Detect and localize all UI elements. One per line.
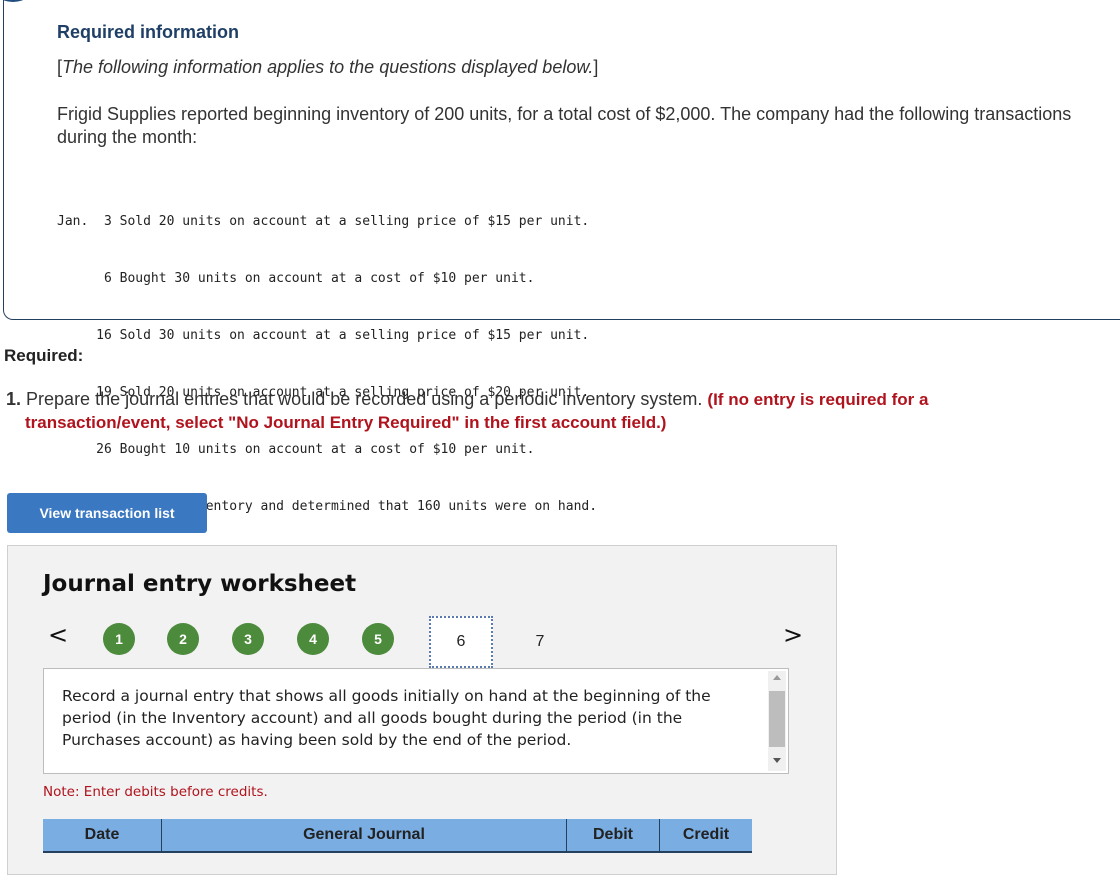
required-heading: Required: [4, 346, 84, 365]
transaction-text: Sold 20 units on account at a selling pr… [119, 214, 590, 229]
step-7-button[interactable]: 7 [530, 616, 550, 668]
worksheet-title: Journal entry worksheet [43, 571, 357, 597]
entry-description-box: Record a journal entry that shows all go… [43, 668, 789, 774]
transaction-text: Sold 30 units on account at a selling pr… [119, 328, 590, 343]
scroll-up-arrow-icon[interactable] [773, 675, 781, 680]
question-1: 1. Prepare the journal entries that woul… [6, 388, 1065, 434]
scroll-thumb[interactable] [769, 691, 785, 747]
step-2-button[interactable]: 2 [167, 623, 199, 655]
chevron-right-icon[interactable]: > [783, 621, 803, 649]
journal-table: Date General Journal Debit Credit [43, 819, 752, 853]
step-5-button[interactable]: 5 [362, 623, 394, 655]
info-badge-icon [0, 0, 35, 2]
column-header-date: Date [43, 819, 162, 853]
information-subtitle: [The following information applies to th… [57, 57, 599, 77]
chevron-left-icon[interactable]: < [48, 621, 68, 649]
transaction-row: Jan. 3 Sold 20 units on account at a sel… [57, 212, 597, 231]
transaction-text: Bought 30 units on account at a cost of … [119, 271, 535, 286]
journal-table-header: Date General Journal Debit Credit [43, 819, 752, 853]
journal-entry-worksheet: Journal entry worksheet < 1 2 3 4 5 6 7 … [7, 545, 837, 875]
transaction-row: 16 Sold 30 units on account at a selling… [57, 326, 597, 345]
transaction-date: 6 [57, 271, 112, 286]
column-header-general-journal: General Journal [161, 819, 567, 853]
scroll-down-arrow-icon[interactable] [773, 758, 781, 763]
transaction-row: 26 Bought 10 units on account at a cost … [57, 440, 597, 459]
step-1-button[interactable]: 1 [103, 623, 135, 655]
description-scrollbar[interactable] [768, 671, 786, 771]
transaction-date: Jan. 3 [57, 214, 112, 229]
required-information-title: Required information [57, 22, 240, 42]
transaction-date: 16 [57, 328, 112, 343]
view-transaction-list-button[interactable]: View transaction list [7, 493, 207, 533]
transaction-text: Bought 10 units on account at a cost of … [119, 442, 535, 457]
debits-note: Note: Enter debits before credits. [43, 784, 268, 800]
column-header-credit: Credit [659, 819, 752, 853]
step-4-button[interactable]: 4 [297, 623, 329, 655]
question-number: 1. [6, 389, 22, 409]
column-header-debit: Debit [566, 819, 660, 853]
step-6-button-current[interactable]: 6 [429, 616, 493, 668]
intro-paragraph: Frigid Supplies reported beginning inven… [57, 104, 1072, 147]
transaction-date: 26 [57, 442, 112, 457]
step-3-button[interactable]: 3 [232, 623, 264, 655]
entry-description: Record a journal entry that shows all go… [62, 687, 711, 749]
transaction-list: Jan. 3 Sold 20 units on account at a sel… [57, 174, 597, 535]
transaction-row: 6 Bought 30 units on account at a cost o… [57, 269, 597, 288]
information-subtitle-text: The following information applies to the… [62, 57, 594, 77]
question-text: Prepare the journal entries that would b… [26, 389, 703, 409]
